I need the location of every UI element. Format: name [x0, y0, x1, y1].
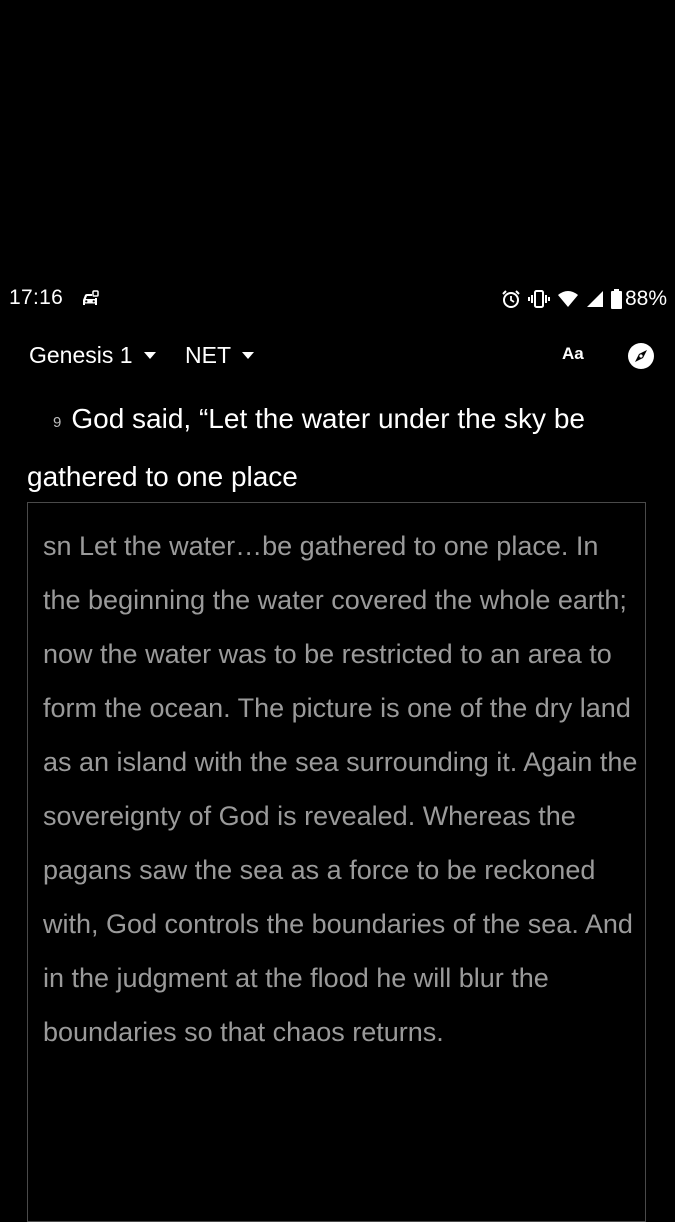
status-icons: 88% — [501, 286, 667, 312]
study-note-text: sn Let the water…be gathered to one plac… — [43, 531, 638, 1047]
verse-text-block: 9 God said, “Let the water under the sky … — [27, 392, 647, 504]
car-icon — [83, 290, 99, 305]
status-bar: 17:16 88% — [0, 276, 675, 322]
book-chapter-label: Genesis 1 — [29, 342, 133, 368]
verse-text: God said, “Let the water under the sky b… — [27, 403, 585, 492]
wifi-icon — [557, 291, 578, 307]
version-label: NET — [185, 342, 231, 368]
chevron-down-icon — [242, 352, 254, 359]
signal-icon — [586, 291, 603, 307]
verse-number: 9 — [53, 414, 62, 431]
book-chapter-selector[interactable]: Genesis 1 — [29, 342, 156, 369]
vibrate-icon — [527, 290, 550, 308]
reader-toolbar: Genesis 1 NET Aa — [0, 330, 675, 382]
font-settings-button[interactable]: Aa — [562, 344, 584, 364]
chevron-down-icon — [143, 352, 156, 359]
screen: { "status_bar": { "time": "17:16", "batt… — [0, 0, 675, 1222]
study-note-panel: sn Let the water…be gathered to one plac… — [27, 502, 646, 1222]
alarm-icon — [502, 290, 520, 308]
compass-icon[interactable] — [627, 342, 655, 370]
version-selector[interactable]: NET — [185, 342, 254, 369]
battery-percent: 88% — [624, 287, 667, 310]
battery-icon — [610, 289, 622, 309]
status-time: 17:16 — [9, 286, 64, 309]
